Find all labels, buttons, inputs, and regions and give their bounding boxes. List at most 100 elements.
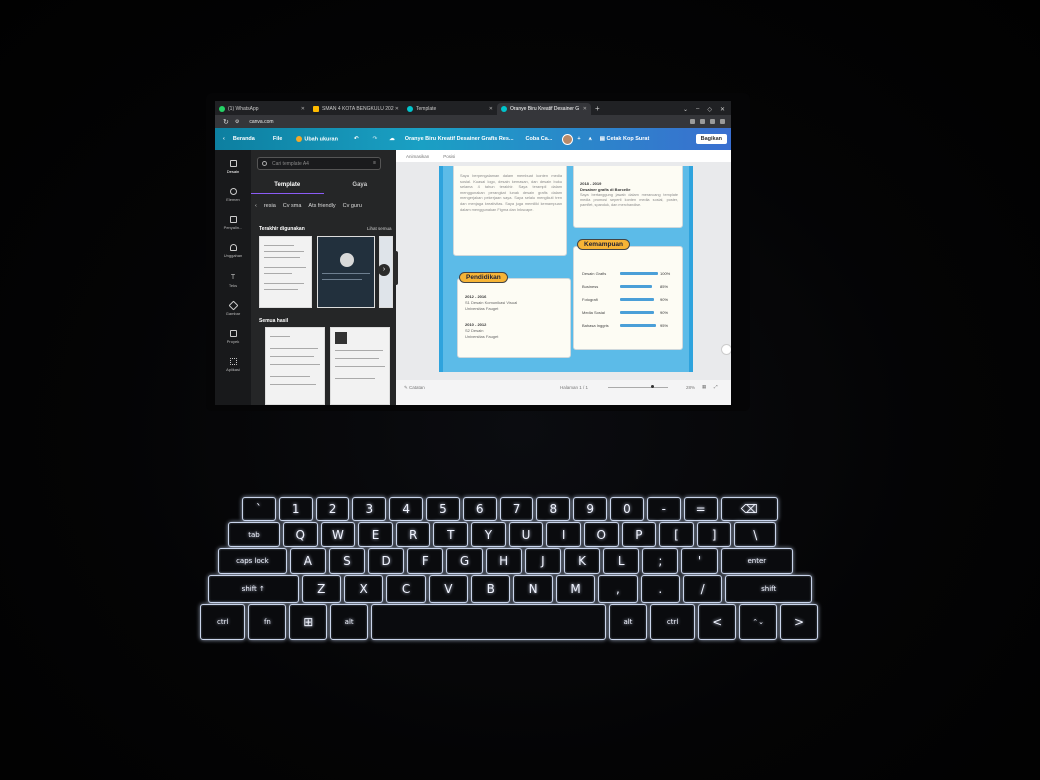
chip[interactable]: Ats friendly — [308, 203, 335, 209]
keyboard-key: N — [513, 575, 553, 603]
chips-back-icon[interactable]: ‹ — [255, 203, 257, 209]
tab-whatsapp[interactable]: (1) WhatsApp ✕ — [215, 103, 309, 115]
crown-icon — [296, 135, 303, 142]
notes-button[interactable]: ✎ Catatan — [404, 385, 425, 391]
add-user-icon[interactable]: + — [577, 136, 580, 142]
scroll-right-chevron-icon[interactable]: › — [378, 264, 390, 276]
tab-template[interactable]: Template ✕ — [403, 103, 497, 115]
tab-resume-design[interactable]: Oranye Biru Kreatif Desainer G ✕ — [497, 103, 591, 115]
rail-label: Penyalin... — [223, 225, 243, 230]
rail-item-text[interactable]: T Teks — [215, 274, 251, 288]
file-menu[interactable]: File — [273, 136, 282, 142]
site-info-icon[interactable]: ⚙ — [235, 119, 239, 125]
undo-icon[interactable]: ↶ — [354, 136, 359, 142]
redo-icon[interactable]: ↷ — [373, 136, 378, 142]
reload-icon[interactable]: ↻ — [223, 118, 229, 126]
tab-template[interactable]: Template — [251, 180, 324, 194]
filter-icon[interactable]: ≡ — [373, 160, 376, 166]
browser-tab-bar: (1) WhatsApp ✕ SMAN 4 KOTA BENGKULU 202 … — [215, 101, 731, 115]
restore-icon[interactable]: ◇ — [707, 106, 712, 113]
share-button[interactable]: Bagikan — [695, 134, 727, 144]
skill-percent: 90% — [660, 297, 669, 302]
analytics-icon[interactable]: ⩚ — [589, 136, 592, 143]
keyboard-key: H — [485, 548, 522, 574]
tab-styles[interactable]: Gaya — [324, 180, 397, 194]
zoom-level[interactable]: 28% — [686, 385, 695, 390]
url-field[interactable]: canva.com — [249, 119, 273, 125]
extension-icon[interactable] — [700, 119, 705, 124]
template-thumb[interactable] — [317, 236, 375, 308]
extension-icons — [690, 119, 731, 124]
close-icon[interactable]: ✕ — [489, 106, 493, 112]
chevron-down-icon[interactable]: ⌄ — [683, 106, 688, 113]
skill-bar — [620, 324, 657, 327]
keyboard-key: 2 — [315, 497, 350, 521]
close-icon[interactable]: ✕ — [395, 106, 399, 112]
keyboard-key: . — [640, 575, 680, 603]
education-card[interactable] — [457, 278, 571, 358]
refresh-icon[interactable] — [721, 344, 731, 355]
rail-label: Teks — [228, 283, 238, 288]
text-icon: T — [230, 274, 236, 281]
keyboard-key: X — [343, 575, 384, 603]
resume-page[interactable]: Saya berpengalaman dalam membuat konten … — [439, 166, 693, 372]
new-tab-button[interactable]: + — [591, 103, 604, 115]
search-icon — [262, 161, 267, 166]
print-button[interactable]: ▤ Cetak Kop Surat — [600, 136, 650, 142]
minimize-icon[interactable]: – — [696, 106, 699, 112]
try-canva-button[interactable]: Coba Ca... — [526, 136, 553, 142]
chip[interactable]: Cv sma — [283, 203, 302, 209]
template-thumb[interactable] — [330, 327, 390, 405]
menu-icon[interactable] — [720, 119, 725, 124]
profile-card[interactable]: Saya berpengalaman dalam membuat konten … — [453, 166, 567, 256]
back-chevron-icon[interactable]: ‹ — [223, 136, 225, 142]
zoom-slider-thumb[interactable] — [651, 385, 654, 388]
keyboard-key: S — [328, 548, 366, 574]
tab-sman4[interactable]: SMAN 4 KOTA BENGKULU 202 ✕ — [309, 103, 403, 115]
rail-item-apps[interactable]: Aplikasi — [215, 358, 251, 372]
rail-item-uploads[interactable]: Unggahan — [215, 244, 251, 258]
rail-item-projects[interactable]: Proyek — [215, 330, 251, 344]
avatar[interactable] — [562, 133, 574, 145]
rail-item-design[interactable]: Desain — [215, 160, 251, 174]
keyboard-key: I — [546, 522, 581, 547]
bookmark-icon[interactable] — [690, 119, 695, 124]
zoom-slider[interactable] — [608, 387, 668, 388]
skills-card[interactable]: Desain Grafis 100% Business 85% Fotograf… — [573, 246, 683, 350]
animate-button[interactable]: Animasikan — [406, 154, 429, 159]
apps-icon — [229, 358, 237, 365]
rail-item-draw[interactable]: Gambar — [215, 300, 251, 316]
keyboard-key: , — [598, 575, 638, 603]
document-title[interactable]: Oranye Biru Kreatif Desainer Grafis Res.… — [405, 136, 514, 142]
see-all-link[interactable]: Lihat semua — [367, 226, 392, 231]
close-window-icon[interactable]: ✕ — [720, 106, 725, 113]
keyboard-key: L — [603, 548, 640, 574]
position-button[interactable]: Posisi — [443, 154, 455, 159]
home-button[interactable]: Beranda — [233, 136, 255, 142]
rail-item-brand[interactable]: Penyalin... — [215, 216, 251, 230]
grid-view-icon[interactable]: ▦ — [702, 384, 706, 390]
experience-card[interactable]: 2018 - 2019 Desainer grafis di Borcelle … — [573, 166, 683, 228]
education-item: 2010 - 2012 S2 Desain Universitas Fauget — [465, 322, 498, 340]
chip[interactable]: resia — [264, 203, 276, 209]
close-icon[interactable]: ✕ — [583, 106, 587, 112]
keyboard-key: shift — [725, 575, 812, 603]
edu-school: Universitas Fauget — [465, 306, 499, 311]
keyboard-key: U — [508, 522, 544, 547]
resize-button[interactable]: Ubah ukuran — [296, 135, 338, 142]
template-thumb[interactable] — [259, 236, 312, 308]
template-thumb[interactable] — [265, 327, 325, 405]
keyboard-key: ⌃⌄ — [739, 604, 778, 640]
keyboard-key: 7 — [499, 497, 534, 521]
search-input[interactable]: Cari template A4 ≡ — [257, 157, 381, 170]
fullscreen-icon[interactable]: ⤢ — [714, 384, 718, 389]
skill-bar — [620, 298, 655, 301]
drive-icon — [313, 106, 319, 112]
keyboard-key: J — [524, 548, 561, 574]
cloud-save-icon[interactable]: ☁ — [389, 136, 395, 142]
chip[interactable]: Cv guru — [343, 203, 362, 209]
rail-item-elements[interactable]: Elemen — [215, 188, 251, 202]
close-icon[interactable]: ✕ — [301, 106, 305, 112]
profile-icon[interactable] — [710, 119, 715, 124]
panel-collapse-handle[interactable] — [393, 251, 398, 285]
